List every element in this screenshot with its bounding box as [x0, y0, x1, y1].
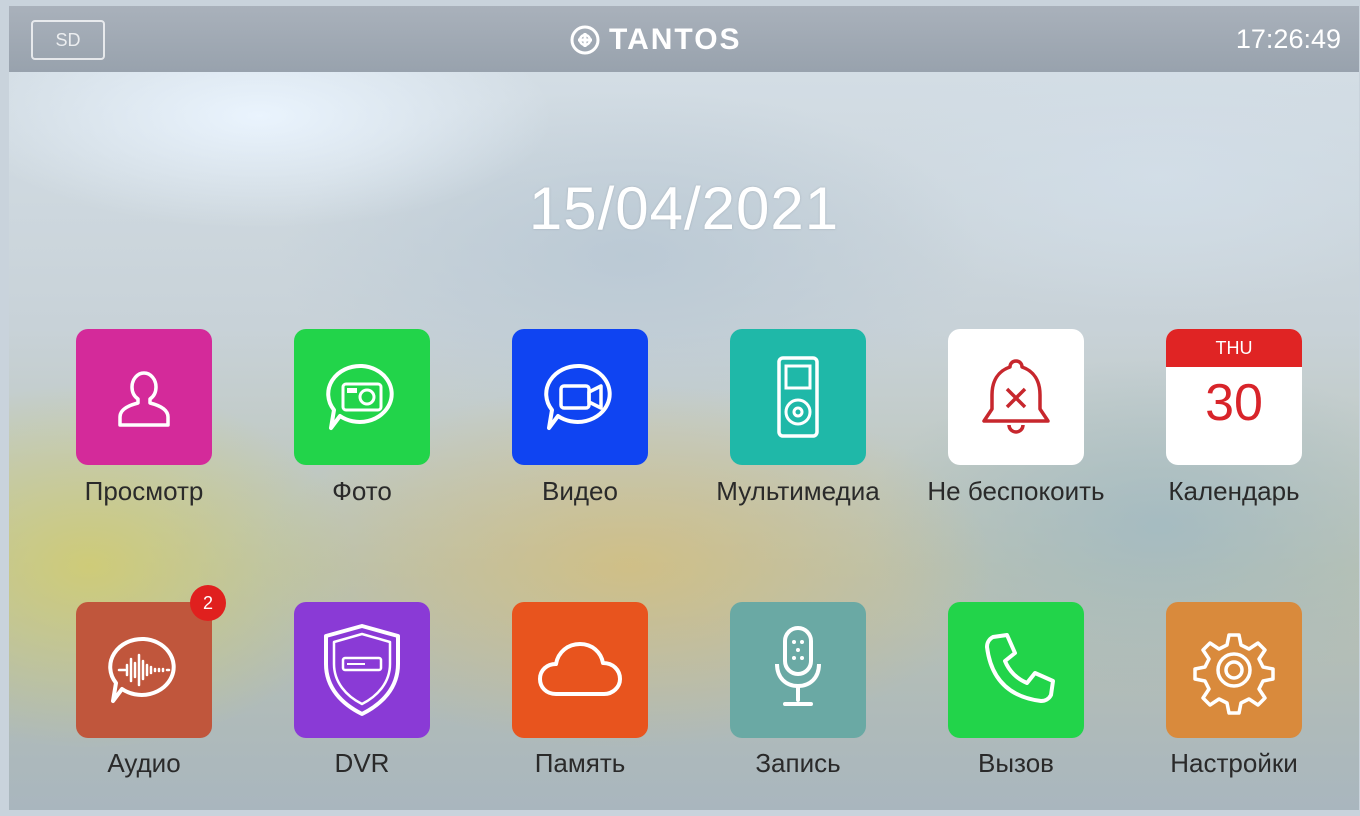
status-bar: SD TANTOS 17:26:49 — [9, 6, 1359, 72]
home-screen: SD TANTOS 17:26:49 15/04/2021 Просмотр Ф… — [9, 6, 1359, 810]
app-label-do-not-disturb: Не беспокоить — [927, 476, 1105, 506]
app-label-photo: Фото — [332, 476, 392, 506]
app-label-video: Видео — [542, 476, 618, 506]
calendar-day: 30 — [1205, 374, 1263, 432]
app-label-dvr: DVR — [334, 748, 390, 778]
app-label-memory: Память — [534, 748, 626, 778]
camera-icon — [326, 363, 394, 430]
current-date: 15/04/2021 — [528, 175, 840, 242]
phone-icon — [985, 633, 1055, 703]
app-tile-audio[interactable] — [76, 602, 212, 738]
clock: 17:26:49 — [1235, 24, 1341, 54]
calendar-weekday: THU — [1166, 329, 1302, 367]
app-tile-view[interactable] — [76, 329, 212, 465]
app-tile-settings[interactable] — [1166, 602, 1302, 738]
sd-card-icon: SD — [31, 20, 105, 60]
app-label-settings: Настройки — [1170, 748, 1298, 778]
app-tile-photo[interactable] — [294, 329, 430, 465]
gear-icon — [1193, 633, 1275, 715]
microphone-icon — [775, 626, 821, 706]
app-label-call: Вызов — [978, 748, 1054, 778]
app-label-multimedia: Мультимедиа — [716, 476, 880, 506]
media-player-icon — [777, 356, 819, 438]
app-tile-memory[interactable] — [512, 602, 648, 738]
app-tile-dvr[interactable] — [294, 602, 430, 738]
dvr-shield-icon — [324, 624, 400, 716]
brand-logo: TANTOS — [569, 20, 742, 60]
brand-name: TANTOS — [609, 23, 742, 56]
bell-off-icon — [982, 359, 1050, 434]
app-label-record: Запись — [755, 748, 841, 778]
audio-notification-badge: 2 — [190, 585, 226, 621]
app-label-audio: Аудио — [107, 748, 181, 778]
app-tile-calendar[interactable]: THU 30 — [1166, 329, 1302, 465]
app-tile-record[interactable] — [730, 602, 866, 738]
sd-label: SD — [55, 29, 81, 50]
app-tile-multimedia[interactable] — [730, 329, 866, 465]
person-icon — [118, 371, 170, 427]
video-camera-icon — [544, 363, 612, 430]
brand-emblem-icon — [570, 25, 600, 55]
app-label-calendar: Календарь — [1168, 476, 1300, 506]
app-tile-call[interactable] — [948, 602, 1084, 738]
audio-wave-icon — [108, 636, 176, 703]
app-tile-do-not-disturb[interactable] — [948, 329, 1084, 465]
cloud-icon — [538, 642, 622, 696]
app-tile-video[interactable] — [512, 329, 648, 465]
app-label-view: Просмотр — [84, 476, 204, 506]
